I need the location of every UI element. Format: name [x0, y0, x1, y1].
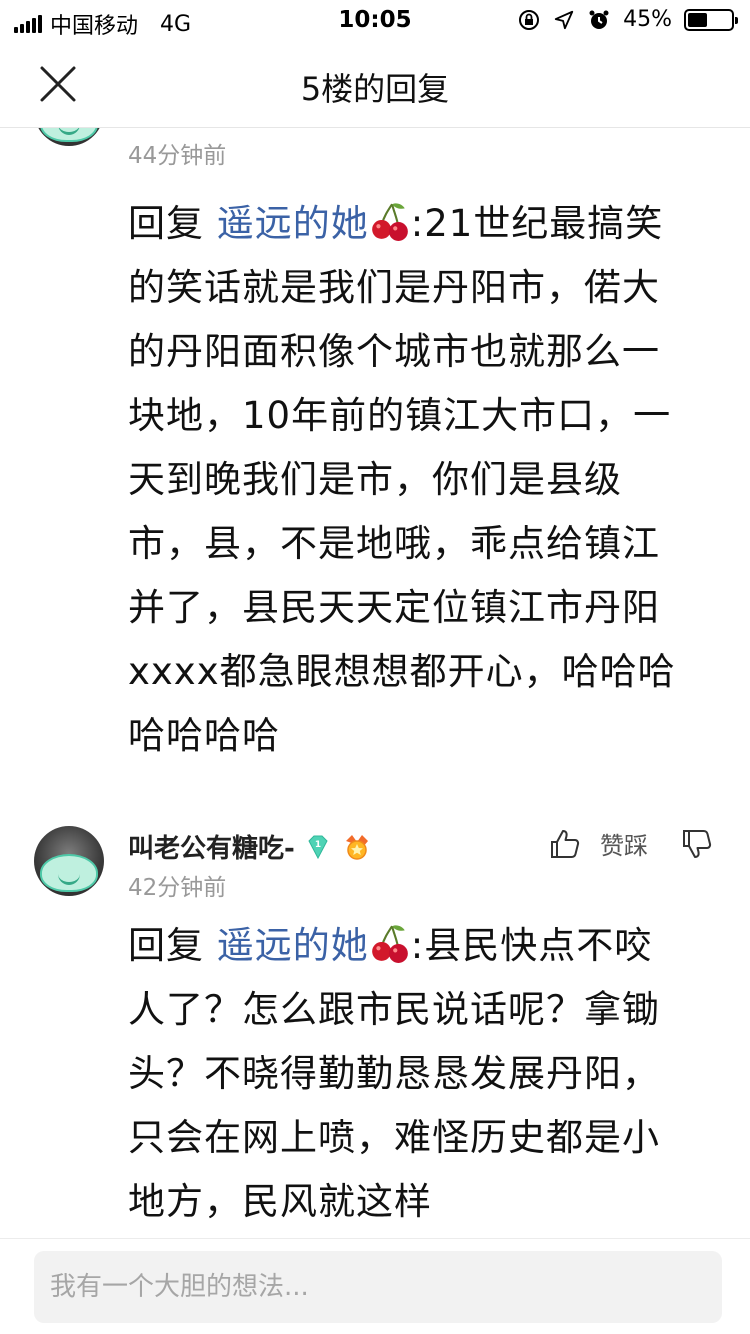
thumbs-down-icon[interactable] [680, 827, 714, 861]
reply-time: 42分钟前 [128, 875, 227, 901]
alarm-icon [589, 10, 609, 29]
reply-input[interactable] [34, 1251, 722, 1323]
replies-scroll-area[interactable]: 44分钟前 回复 遥远的她 :21世纪最搞笑的笑话就是我们是丹阳市，偌大的丹阳面… [0, 88, 750, 1238]
battery-icon [684, 8, 738, 31]
diamond-badge-icon: 1 [308, 835, 328, 859]
reply-body: 回复 遥远的她 :21世纪最搞笑的笑话就是我们是丹阳市，偌大的丹阳面积像个城市也… [128, 192, 688, 768]
username[interactable]: 叫老公有糖吃- 1 [128, 828, 373, 865]
vote-label[interactable]: 赞踩 [600, 826, 648, 861]
medal-badge-icon [345, 834, 368, 860]
reply-content: :县民快点不咬人了？怎么跟市民说话呢？拿锄头？不晓得勤勤恳恳发展丹阳，只会在网上… [128, 924, 660, 1223]
rotation-lock-icon [519, 9, 540, 30]
reply-time: 44分钟前 [128, 143, 227, 169]
battery-percent: 45% [623, 7, 672, 32]
cherry-icon [371, 925, 408, 963]
navigation-bar: 5楼的回复 [0, 40, 750, 128]
diamond-level: 1 [315, 840, 321, 850]
reply-composer [0, 1238, 750, 1334]
reply-body: 回复 遥远的她 :县民快点不咬人了？怎么跟市民说话呢？拿锄头？不晓得勤勤恳恳发展… [128, 914, 688, 1234]
reply-prefix: 回复 [128, 924, 204, 967]
page-title: 5楼的回复 [300, 70, 450, 108]
status-bar: 中国移动 4G 10:05 45% [0, 0, 750, 40]
thumbs-up-icon[interactable] [548, 827, 582, 861]
status-right: 45% [517, 7, 738, 32]
cherry-icon [371, 203, 408, 241]
location-icon [554, 10, 574, 29]
reply-prefix: 回复 [128, 202, 204, 245]
mention-link[interactable]: 遥远的她 [217, 202, 369, 245]
username-label: 叫老公有糖吃- [128, 834, 295, 864]
reply-content: :21世纪最搞笑的笑话就是我们是丹阳市，偌大的丹阳面积像个城市也就那么一块地，1… [128, 202, 676, 757]
battery-fill [688, 12, 707, 27]
mention-link[interactable]: 遥远的她 [217, 924, 369, 967]
vote-actions: 赞踩 [548, 826, 714, 861]
avatar[interactable] [34, 826, 104, 896]
